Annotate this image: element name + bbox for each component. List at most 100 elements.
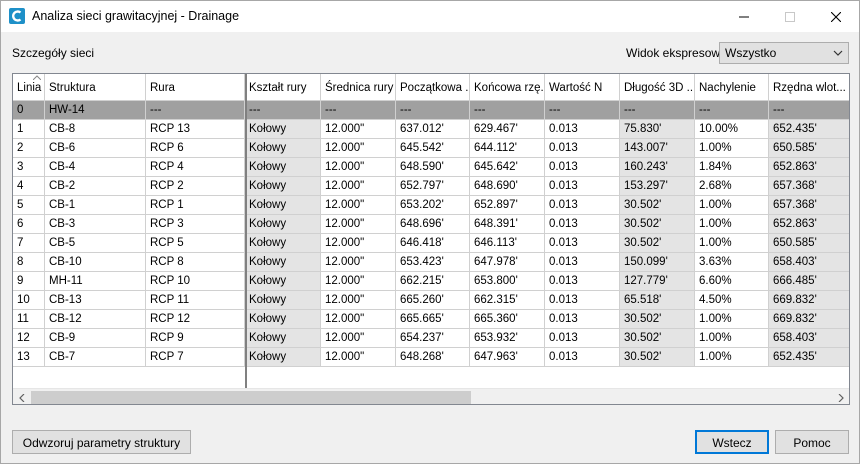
table-cell[interactable]: 12.000"	[321, 310, 396, 329]
scroll-left-button[interactable]	[13, 389, 30, 404]
table-cell[interactable]: 0.013	[545, 291, 620, 310]
table-cell[interactable]: 12.000"	[321, 139, 396, 158]
table-cell[interactable]: 13	[13, 348, 45, 367]
table-cell[interactable]: 12.000"	[321, 272, 396, 291]
table-cell[interactable]: 12.000"	[321, 177, 396, 196]
table-cell[interactable]: 0.013	[545, 158, 620, 177]
table-cell[interactable]: RCP 3	[146, 215, 245, 234]
table-cell[interactable]: 30.502'	[620, 310, 695, 329]
column-header[interactable]: Wartość N	[545, 74, 620, 100]
table-cell[interactable]: 1.00%	[695, 139, 769, 158]
column-header[interactable]: Średnica rury	[321, 74, 396, 100]
table-cell[interactable]: 160.243'	[620, 158, 695, 177]
minimize-button[interactable]	[721, 1, 767, 32]
table-cell[interactable]: Kołowy	[245, 120, 321, 139]
table-cell[interactable]: RCP 5	[146, 234, 245, 253]
table-cell[interactable]: 30.502'	[620, 348, 695, 367]
table-cell[interactable]: 0.013	[545, 329, 620, 348]
table-cell[interactable]: Kołowy	[245, 158, 321, 177]
table-cell[interactable]: 669.832'	[769, 291, 849, 310]
table-cell[interactable]: 1.00%	[695, 348, 769, 367]
table-cell[interactable]: CB-12	[45, 310, 146, 329]
table-cell[interactable]: 0.013	[545, 348, 620, 367]
map-structure-params-button[interactable]: Odwzoruj parametry struktury	[12, 430, 191, 454]
table-cell[interactable]: 0.013	[545, 272, 620, 291]
table-row[interactable]: 2 CB-6 RCP 6 Kołowy 12.000" 645.542' 644.112' 0…	[13, 139, 849, 158]
column-header[interactable]: Struktura	[45, 74, 146, 100]
table-cell[interactable]: 8	[13, 253, 45, 272]
table-row[interactable]: 11 CB-12 RCP 12 Kołowy 12.000" 665.665' 665.36…	[13, 310, 849, 329]
table-cell[interactable]: 0.013	[545, 234, 620, 253]
table-cell[interactable]: 645.642'	[470, 158, 545, 177]
table-cell[interactable]: 12.000"	[321, 253, 396, 272]
table-cell[interactable]: CB-8	[45, 120, 146, 139]
table-cell[interactable]: 0.013	[545, 215, 620, 234]
table-cell[interactable]: 645.542'	[396, 139, 470, 158]
table-cell[interactable]: 6.60%	[695, 272, 769, 291]
table-cell[interactable]: 650.585'	[769, 234, 849, 253]
table-cell[interactable]: RCP 12	[146, 310, 245, 329]
table-row[interactable]: 9 MH-11 RCP 10 Kołowy 12.000" 662.215' 653.800…	[13, 272, 849, 291]
table-cell[interactable]: 5	[13, 196, 45, 215]
table-cell[interactable]: 12.000"	[321, 158, 396, 177]
table-cell[interactable]: 646.113'	[470, 234, 545, 253]
table-cell[interactable]: 11	[13, 310, 45, 329]
table-cell[interactable]: 665.260'	[396, 291, 470, 310]
table-cell[interactable]: 665.665'	[396, 310, 470, 329]
table-cell[interactable]: 646.418'	[396, 234, 470, 253]
table-cell[interactable]: 657.368'	[769, 196, 849, 215]
table-cell[interactable]: MH-11	[45, 272, 146, 291]
table-cell[interactable]: 650.585'	[769, 139, 849, 158]
table-row[interactable]: 10 CB-13 RCP 11 Kołowy 12.000" 665.260' 662.31…	[13, 291, 849, 310]
table-cell[interactable]: Kołowy	[245, 139, 321, 158]
table-cell[interactable]: 12.000"	[321, 215, 396, 234]
network-grid[interactable]: Linia Struktura Rura Kształt rury Średnica r…	[12, 73, 850, 405]
table-cell[interactable]: 644.112'	[470, 139, 545, 158]
table-cell[interactable]: 2.68%	[695, 177, 769, 196]
table-cell[interactable]: 0.013	[545, 196, 620, 215]
table-cell[interactable]: 2	[13, 139, 45, 158]
table-cell[interactable]: 662.315'	[470, 291, 545, 310]
table-cell[interactable]: ---	[695, 101, 769, 120]
table-cell[interactable]: 1.00%	[695, 329, 769, 348]
table-cell[interactable]: RCP 13	[146, 120, 245, 139]
maximize-button[interactable]	[767, 1, 813, 32]
table-cell[interactable]: 658.403'	[769, 329, 849, 348]
column-header[interactable]: Końcowa rzę...	[470, 74, 545, 100]
table-cell[interactable]: HW-14	[45, 101, 146, 120]
table-cell[interactable]: 12.000"	[321, 196, 396, 215]
table-cell[interactable]: ---	[396, 101, 470, 120]
horizontal-scrollbar[interactable]	[13, 388, 849, 404]
table-cell[interactable]: 4.50%	[695, 291, 769, 310]
table-cell[interactable]: 65.518'	[620, 291, 695, 310]
table-cell[interactable]: 665.360'	[470, 310, 545, 329]
table-cell[interactable]: 143.007'	[620, 139, 695, 158]
scroll-right-button[interactable]	[832, 389, 849, 404]
table-cell[interactable]: RCP 2	[146, 177, 245, 196]
table-cell[interactable]: 7	[13, 234, 45, 253]
table-cell[interactable]: 652.863'	[769, 215, 849, 234]
table-row[interactable]: 8 CB-10 RCP 8 Kołowy 12.000" 653.423' 647.978'…	[13, 253, 849, 272]
table-row[interactable]: 7 CB-5 RCP 5 Kołowy 12.000" 646.418' 646.113' 0…	[13, 234, 849, 253]
close-button[interactable]	[813, 1, 859, 32]
table-cell[interactable]: 1.00%	[695, 310, 769, 329]
table-cell[interactable]: 127.779'	[620, 272, 695, 291]
table-cell[interactable]: CB-1	[45, 196, 146, 215]
table-cell[interactable]: 653.932'	[470, 329, 545, 348]
table-cell[interactable]: ---	[620, 101, 695, 120]
table-cell[interactable]: 654.237'	[396, 329, 470, 348]
table-cell[interactable]: 12.000"	[321, 329, 396, 348]
table-row[interactable]: 3 CB-4 RCP 4 Kołowy 12.000" 648.590' 645.642' 0…	[13, 158, 849, 177]
table-cell[interactable]: 647.963'	[470, 348, 545, 367]
table-row[interactable]: 13 CB-7 RCP 7 Kołowy 12.000" 648.268' 647.963'…	[13, 348, 849, 367]
table-cell[interactable]: 666.485'	[769, 272, 849, 291]
table-cell[interactable]: 30.502'	[620, 196, 695, 215]
column-header[interactable]: Rzędna wlot...	[769, 74, 849, 100]
table-cell[interactable]: 652.435'	[769, 348, 849, 367]
table-cell[interactable]: 6	[13, 215, 45, 234]
table-cell[interactable]: 12.000"	[321, 348, 396, 367]
express-view-select[interactable]: Wszystko	[719, 42, 849, 64]
table-cell[interactable]: 12.000"	[321, 291, 396, 310]
table-cell[interactable]: CB-3	[45, 215, 146, 234]
table-cell[interactable]: ---	[769, 101, 849, 120]
